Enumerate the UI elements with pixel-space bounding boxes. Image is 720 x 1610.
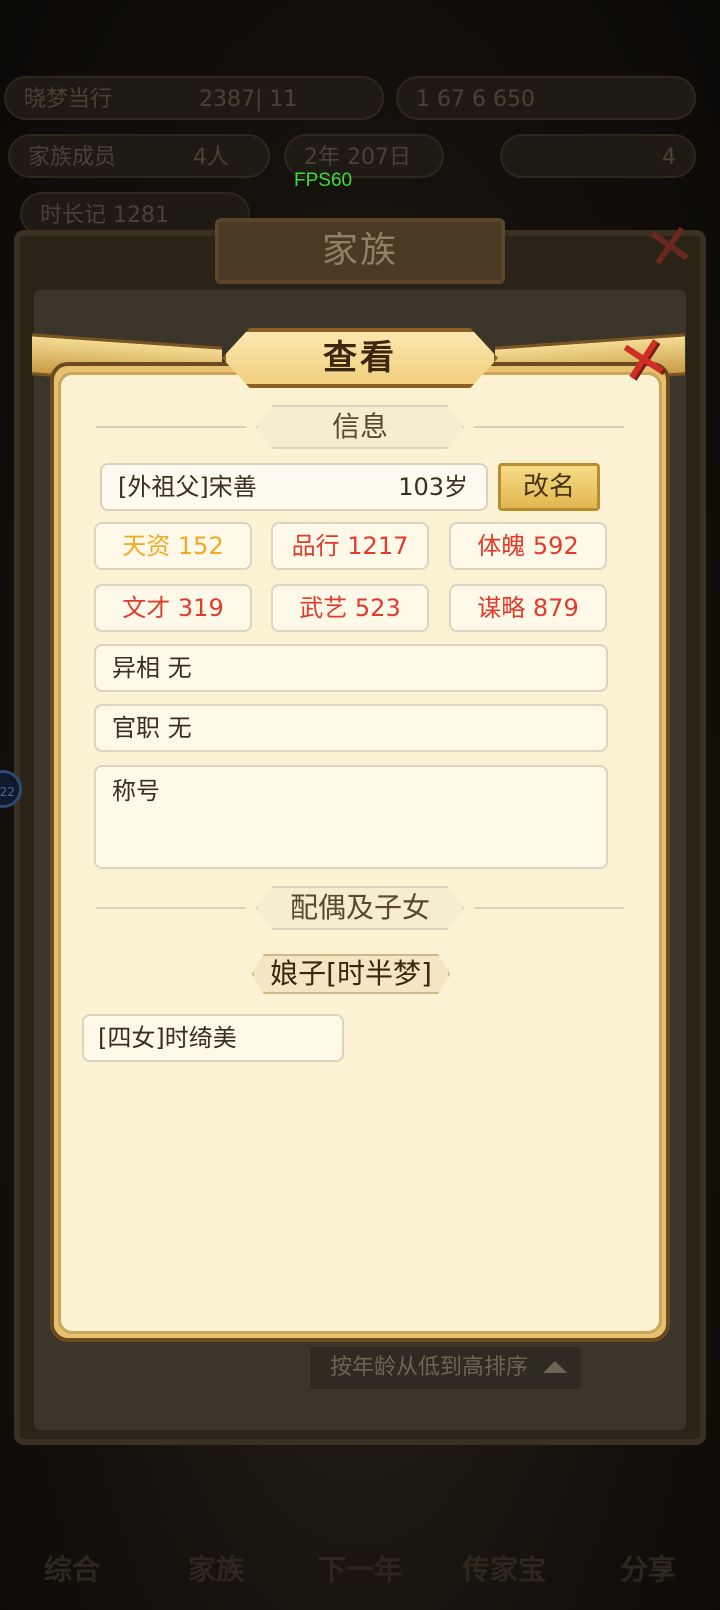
stat-pinxing: 品行 1217	[271, 522, 429, 570]
stat-pinxing-value: 1217	[347, 532, 409, 560]
stat-pinxing-label: 品行	[291, 532, 340, 560]
family-section-header: 配偶及子女	[96, 886, 624, 930]
stat-moulue-label: 谋略	[477, 594, 526, 622]
bg-sort-label: 按年龄从低到高排序	[330, 1355, 529, 1380]
sort-up-icon	[543, 1361, 567, 1373]
person-name: [外祖父]宋善	[118, 473, 257, 501]
bg-nav-zonghe: 综合	[43, 1553, 100, 1586]
divider-right	[474, 907, 624, 909]
divider-left	[96, 907, 246, 909]
game-screen: 晓梦当行 2387| 11 1 67 6 650 家族成员 4人 2年 207日…	[0, 0, 720, 1610]
close-icon: ✕	[612, 321, 676, 401]
yixiang-field: 异相 无	[94, 644, 608, 692]
bg-date-text: 2年 207日	[304, 145, 411, 170]
chenghao-field: 称号	[94, 765, 608, 869]
bg-nav-next-year: 下一年	[317, 1553, 402, 1586]
bg-bottom-nav: 综合 家族 下一年 传家宝 分享	[0, 1440, 720, 1610]
stat-wencai: 文才 319	[94, 584, 252, 632]
bg-top-bar-right-text: 1 67 6 650	[416, 87, 535, 112]
info-section-title: 信息	[256, 405, 464, 449]
bg-nav-jiazu: 家族	[187, 1553, 244, 1586]
bg-nav-share: 分享	[619, 1553, 676, 1586]
stat-tipo: 体魄 592	[449, 522, 607, 570]
bg-nav-heirloom: 传家宝	[461, 1553, 546, 1586]
bg-top-bar-left: 晓梦当行 2387| 11	[4, 76, 384, 120]
divider-left	[96, 426, 246, 428]
bg-family-close-icon: ✕	[640, 209, 700, 285]
stat-tipo-value: 592	[532, 532, 579, 560]
fps-counter: FPS60	[294, 170, 353, 191]
info-section-header: 信息	[96, 405, 624, 449]
stat-tipo-label: 体魄	[477, 532, 526, 560]
spouse-button[interactable]: 娘子[时半梦]	[252, 954, 450, 994]
bg-family-title: 家族	[215, 218, 505, 284]
stat-tianzi-value: 152	[177, 532, 224, 560]
person-name-box: [外祖父]宋善 103岁	[100, 463, 488, 511]
chenghao-label: 称号	[112, 777, 160, 805]
bg-members-label: 家族成员	[28, 145, 117, 170]
bg-top-bar-right: 1 67 6 650	[396, 76, 696, 120]
stat-moulue: 谋略 879	[449, 584, 607, 632]
guanzhi-field: 官职 无	[94, 704, 608, 752]
bg-third-text: 时长记 1281	[40, 203, 169, 228]
bg-top-bar-left-text: 晓梦当行	[24, 87, 113, 112]
bg-resource-text: 4	[662, 145, 676, 170]
person-age: 103岁	[398, 473, 468, 501]
stat-wencai-value: 319	[177, 594, 224, 622]
bg-resource-bar: 4	[500, 134, 696, 178]
stat-wuyi-label: 武艺	[299, 594, 348, 622]
family-section-title: 配偶及子女	[256, 886, 464, 930]
divider-right	[474, 426, 624, 428]
stat-wencai-label: 文才	[122, 594, 171, 622]
bg-members-bar: 家族成员 4人	[8, 134, 270, 178]
stat-tianzi-label: 天资	[122, 532, 171, 560]
rename-button[interactable]: 改名	[498, 463, 600, 511]
stat-moulue-value: 879	[532, 594, 579, 622]
child-item[interactable]: [四女]时绮美	[82, 1014, 344, 1062]
stat-wuyi-value: 523	[354, 594, 401, 622]
bg-members-count: 4人	[193, 145, 230, 170]
bg-sort-button: 按年龄从低到高排序	[308, 1345, 583, 1391]
modal-title: 查看	[222, 328, 498, 388]
stat-wuyi: 武艺 523	[271, 584, 429, 632]
bg-top-bar-mid-text: 2387| 11	[199, 87, 298, 112]
stat-tianzi: 天资 152	[94, 522, 252, 570]
